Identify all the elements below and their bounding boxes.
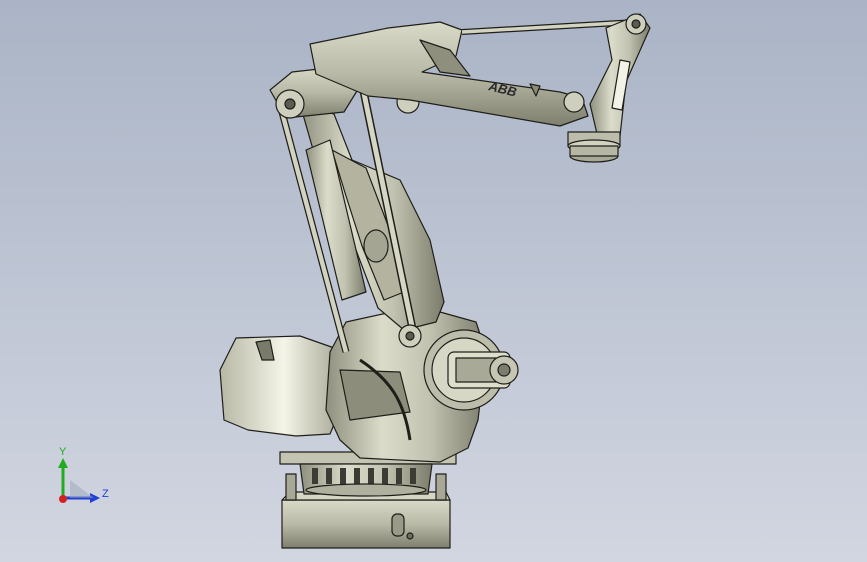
tool-flange[interactable] — [567, 131, 621, 163]
triad-z-label: Z — [102, 488, 109, 500]
triad-x-axis — [59, 495, 67, 503]
model-canvas[interactable]: ABB Y Z — [0, 0, 867, 562]
graphics-viewport[interactable]: ABB Y Z — [0, 0, 867, 562]
triad-y-label: Y — [59, 446, 67, 458]
